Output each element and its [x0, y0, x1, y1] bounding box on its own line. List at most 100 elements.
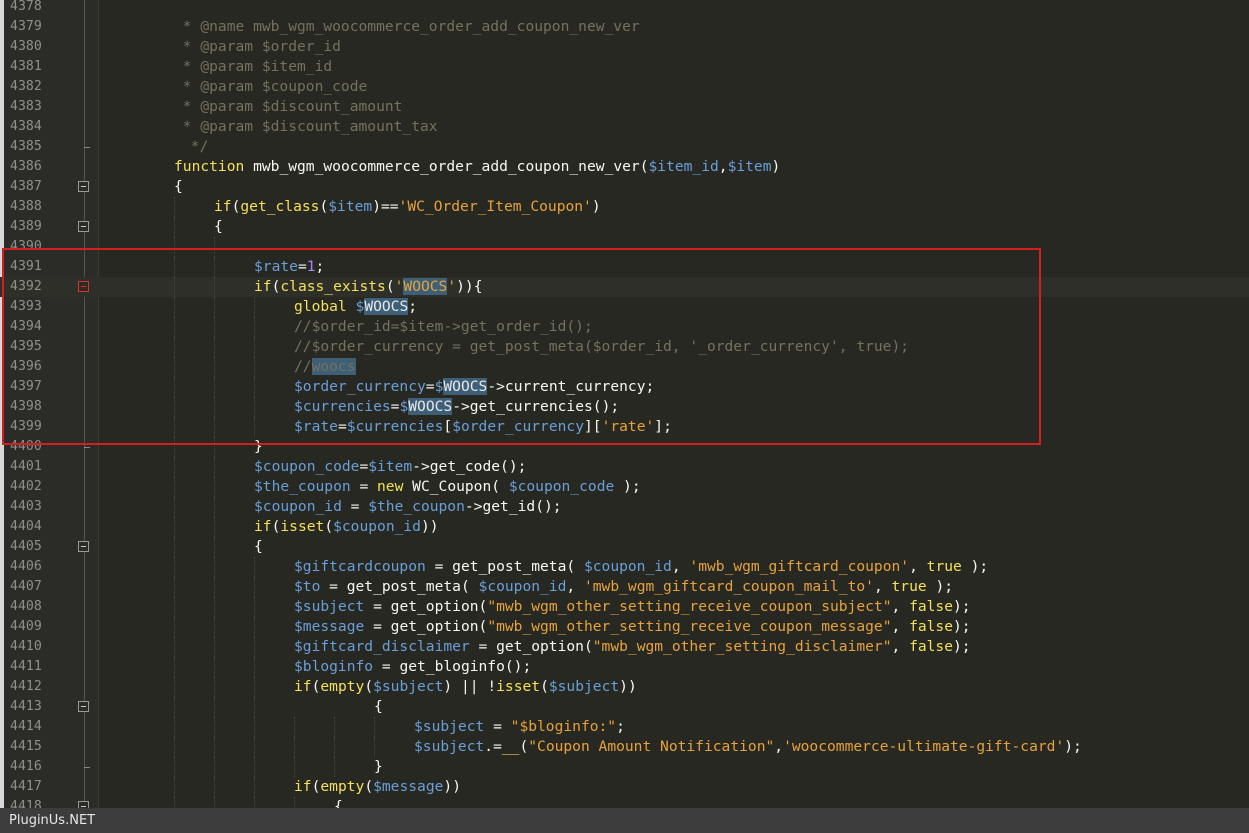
- fold-end-marker: [84, 147, 90, 148]
- fold-toggle-icon[interactable]: [78, 281, 89, 292]
- indent-guide: [174, 497, 176, 517]
- indent-guide: [214, 377, 216, 397]
- code-text: {: [174, 178, 183, 195]
- fold-toggle-icon[interactable]: [78, 701, 89, 712]
- code-line[interactable]: 4400}: [0, 437, 1249, 457]
- code-line[interactable]: 4396 //woocs: [0, 357, 1249, 377]
- code-line[interactable]: 4383 * @param $discount_amount: [0, 97, 1249, 117]
- fold-toggle-icon[interactable]: [78, 541, 89, 552]
- indent-guide: [174, 597, 176, 617]
- code-line[interactable]: 4414 $subject = "$bloginfo:";: [0, 717, 1249, 737]
- code-line[interactable]: 4379 * @name mwb_wgm_woocommerce_order_a…: [0, 17, 1249, 37]
- fold-toggle-icon[interactable]: [78, 221, 89, 232]
- line-number: 4380: [10, 39, 42, 54]
- code-line[interactable]: 4385 */: [0, 137, 1249, 157]
- code-line[interactable]: 4380 * @param $order_id: [0, 37, 1249, 57]
- line-number: 4403: [10, 499, 42, 514]
- indent-guide: [214, 797, 216, 808]
- indent-guide: [174, 277, 176, 297]
- indent-guide: [174, 297, 176, 317]
- code-line[interactable]: 4403 $coupon_id = $the_coupon->get_id();: [0, 497, 1249, 517]
- code-line[interactable]: 4393 global $WOOCS;: [0, 297, 1249, 317]
- code-line[interactable]: 4412 if(empty($subject) || !isset($subjec…: [0, 677, 1249, 697]
- code-line[interactable]: 4381 * @param $item_id: [0, 57, 1249, 77]
- code-line[interactable]: 4399 $rate=$currencies[$order_currency]['…: [0, 417, 1249, 437]
- indent-guide: [214, 577, 216, 597]
- code-text: {: [214, 218, 223, 235]
- code-line[interactable]: 4409 $message = get_option("mwb_wgm_other…: [0, 617, 1249, 637]
- line-number: 4414: [10, 719, 42, 734]
- code-line[interactable]: 4405 {: [0, 537, 1249, 557]
- indent-guide: [174, 517, 176, 537]
- code-line[interactable]: 4394 //$order_id=$item->get_order_id();: [0, 317, 1249, 337]
- indent-guide: [214, 737, 216, 757]
- indent-guide: [214, 457, 216, 477]
- indent-guide: [174, 777, 176, 797]
- code-text: $subject.=__("Coupon Amount Notification…: [414, 738, 1082, 755]
- code-text: * @param $order_id: [174, 38, 341, 55]
- code-line[interactable]: 4389 {: [0, 217, 1249, 237]
- code-line[interactable]: 4386 function mwb_wgm_woocommerce_order_a…: [0, 157, 1249, 177]
- code-text: $currencies=$WOOCS->get_currencies();: [294, 398, 620, 415]
- code-line[interactable]: 4387 {: [0, 177, 1249, 197]
- code-text: $bloginfo = get_bloginfo();: [294, 658, 532, 675]
- indent-guide: [254, 677, 256, 697]
- indent-guide: [254, 797, 256, 808]
- indent-guide: [214, 337, 216, 357]
- indent-guide: [214, 637, 216, 657]
- indent-guide: [254, 317, 256, 337]
- line-number: 4404: [10, 519, 42, 534]
- code-text: $coupon_id = $the_coupon->get_id();: [254, 498, 562, 515]
- code-line[interactable]: 4406 $giftcardcoupon = get_post_meta( $co…: [0, 557, 1249, 577]
- fold-toggle-icon[interactable]: [78, 181, 89, 192]
- indent-guide: [214, 557, 216, 577]
- code-line[interactable]: 4378: [0, 0, 1249, 17]
- code-line[interactable]: 4418 {: [0, 797, 1249, 808]
- code-text: function mwb_wgm_woocommerce_order_add_c…: [174, 158, 781, 175]
- code-line[interactable]: 4397 $order_currency=$WOOCS->current_curr…: [0, 377, 1249, 397]
- indent-guide: [174, 457, 176, 477]
- code-line[interactable]: 4413 {: [0, 697, 1249, 717]
- code-line[interactable]: 4390: [0, 237, 1249, 257]
- indent-guide: [254, 357, 256, 377]
- line-number: 4385: [10, 139, 42, 154]
- code-line[interactable]: 4407 $to = get_post_meta( $coupon_id, 'mw…: [0, 577, 1249, 597]
- code-line[interactable]: 4391 $rate=1;: [0, 257, 1249, 277]
- fold-toggle-icon[interactable]: [78, 801, 89, 808]
- code-line[interactable]: 4398 $currencies=$WOOCS->get_currencies()…: [0, 397, 1249, 417]
- line-number: 4409: [10, 619, 42, 634]
- line-number: 4396: [10, 359, 42, 374]
- code-text: $subject = get_option("mwb_wgm_other_set…: [294, 598, 971, 615]
- line-number: 4393: [10, 299, 42, 314]
- indent-guide: [254, 417, 256, 437]
- indent-guide: [294, 757, 296, 777]
- code-line[interactable]: 4388 if(get_class($item)=='WC_Order_Item_…: [0, 197, 1249, 217]
- code-editor[interactable]: 4378 4379 * @name mwb_wgm_woocommerce_ord…: [0, 0, 1249, 808]
- code-line[interactable]: 4408 $subject = get_option("mwb_wgm_other…: [0, 597, 1249, 617]
- line-number: 4407: [10, 579, 42, 594]
- code-line[interactable]: 4415 $subject.=__("Coupon Amount Notifica…: [0, 737, 1249, 757]
- code-line[interactable]: 4382 * @param $coupon_code: [0, 77, 1249, 97]
- indent-guide: [174, 637, 176, 657]
- code-line[interactable]: 4410 $giftcard_disclaimer = get_option("m…: [0, 637, 1249, 657]
- line-number: 4418: [10, 799, 42, 809]
- line-number: 4394: [10, 319, 42, 334]
- line-number: 4410: [10, 639, 42, 654]
- line-number: 4378: [10, 0, 42, 14]
- code-line[interactable]: 4404 if(isset($coupon_id)): [0, 517, 1249, 537]
- indent-guide: [174, 397, 176, 417]
- code-line[interactable]: 4402 $the_coupon = new WC_Coupon( $coupon…: [0, 477, 1249, 497]
- code-line[interactable]: 4401 $coupon_code=$item->get_code();: [0, 457, 1249, 477]
- indent-guide: [254, 637, 256, 657]
- line-number: 4392: [10, 279, 42, 294]
- code-line[interactable]: 4416}: [0, 757, 1249, 777]
- indent-guide: [334, 737, 336, 757]
- indent-guide: [214, 397, 216, 417]
- code-line[interactable]: 4395 //$order_currency = get_post_meta($o…: [0, 337, 1249, 357]
- line-number: 4402: [10, 479, 42, 494]
- code-line[interactable]: 4411 $bloginfo = get_bloginfo();: [0, 657, 1249, 677]
- code-line[interactable]: 4392 if(class_exists('WOOCS')){: [0, 277, 1249, 297]
- code-line[interactable]: 4417 if(empty($message)): [0, 777, 1249, 797]
- code-line[interactable]: 4384 * @param $discount_amount_tax: [0, 117, 1249, 137]
- line-number: 4391: [10, 259, 42, 274]
